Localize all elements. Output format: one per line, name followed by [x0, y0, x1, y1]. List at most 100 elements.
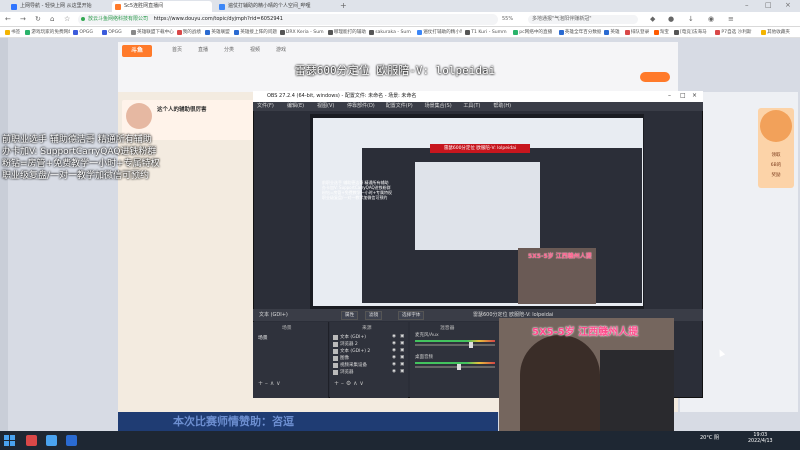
forward-icon[interactable]: → [20, 15, 26, 24]
extension-icon[interactable]: ◆ [650, 15, 655, 24]
bookmark-item[interactable]: 游戏玩家的免费网站 [24, 27, 70, 38]
bookmark-item[interactable]: 我的战绩 [176, 27, 203, 38]
maximize-icon[interactable]: □ [765, 1, 772, 10]
menu-item[interactable]: 视频 [250, 46, 260, 53]
site-identity: 放云斗鱼网络科技有限公司 [88, 16, 149, 22]
obs-maximize-icon[interactable]: □ [680, 92, 686, 99]
reload-icon[interactable]: ↻ [35, 15, 41, 24]
filters-button[interactable]: 滤镜 [365, 311, 383, 320]
volume-slider-handle[interactable] [469, 342, 473, 348]
source-item[interactable]: 视频采集设备 [340, 362, 367, 368]
browser-tab-nav[interactable]: 上网导航 - 轻快上网 从这里开始 [8, 1, 108, 12]
lock-icon[interactable]: ▣ [400, 341, 404, 346]
bookmark-item[interactable]: DRX Keria - Sum [279, 27, 325, 38]
bookmark-item[interactable]: 哪理能打的辅助 [327, 27, 366, 38]
visibility-eye-icon[interactable]: ◉ [392, 362, 396, 367]
bookmark-star-icon[interactable]: ☆ [64, 15, 70, 24]
zoom-level[interactable]: 55% [502, 15, 513, 24]
volume-slider-handle[interactable] [457, 364, 461, 370]
bookmark-item[interactable]: 书签 [4, 27, 22, 38]
properties-button[interactable]: 属性 [341, 311, 359, 320]
menu-item[interactable]: 首页 [172, 46, 182, 53]
bookmark-item[interactable]: 英雄接上阵的问题 [233, 27, 277, 38]
bookmark-item[interactable]: [电竞]法海马 [673, 27, 712, 38]
lock-icon[interactable]: ▣ [400, 362, 404, 367]
bookmark-item[interactable]: 排队登录 [624, 27, 651, 38]
extension-icon[interactable]: ● [668, 15, 674, 24]
bookmark-item[interactable]: 英雄联盟下载中心 [130, 27, 174, 38]
obs-menu-item[interactable]: 视图(V) [317, 102, 334, 111]
obs-menu-item[interactable]: 文件(F) [257, 102, 274, 111]
home-icon[interactable]: ⌂ [50, 15, 54, 24]
site-logo[interactable]: 斗鱼 [122, 45, 152, 57]
profile-icon[interactable]: ◉ [708, 15, 714, 24]
settings-menu-icon[interactable]: ≡ [728, 15, 734, 24]
visibility-eye-icon[interactable]: ◉ [392, 355, 396, 360]
bookmark-item[interactable]: 其他收藏夹 [760, 27, 791, 38]
source-add-icon[interactable]: + – ⚙ ∧ ∨ [334, 380, 364, 387]
obs-menu-item[interactable]: 工具(T) [463, 102, 480, 111]
select-font-button[interactable]: 选择字体 [398, 311, 425, 320]
bookmark-item[interactable]: 遍仗打辅助的精小晴 [416, 27, 462, 38]
minimize-icon[interactable]: – [745, 1, 749, 10]
obs-menu-item[interactable]: 场景集合(S) [425, 102, 452, 111]
menu-item[interactable]: 直播 [198, 46, 208, 53]
bookmark-item[interactable]: T1 Kuri - Summ [464, 27, 510, 38]
bookmark-item[interactable]: OPGG [72, 27, 99, 38]
taskbar-app-icon[interactable] [26, 435, 37, 446]
obs-menu-item[interactable]: 编辑(E) [287, 102, 304, 111]
lock-icon[interactable]: ▣ [400, 369, 404, 374]
bookmark-item[interactable]: OPGG [101, 27, 128, 38]
visibility-eye-icon[interactable]: ◉ [392, 348, 396, 353]
bookmark-item[interactable]: P7自选 沙利斯 [714, 27, 758, 38]
search-box[interactable]: 多地通报"气泡阳伴赚新冠" [528, 15, 638, 24]
close-icon[interactable]: × [785, 1, 791, 10]
back-icon[interactable]: ← [5, 15, 11, 24]
source-item[interactable]: 浏览器 2 [340, 341, 358, 347]
avatar[interactable] [126, 103, 152, 129]
bookmark-item[interactable]: 淘宝 [653, 27, 671, 38]
obs-minimize-icon[interactable]: – [668, 92, 671, 99]
downloads-icon[interactable]: ↓ [688, 15, 694, 24]
visibility-eye-icon[interactable]: ◉ [392, 334, 396, 339]
menu-item[interactable]: 游戏 [276, 46, 286, 53]
taskbar-app-icon[interactable] [46, 435, 57, 446]
stream-title-overlay: 雷瑟600分定位 欧服陪-V: lolpeidai [294, 64, 496, 77]
lock-icon[interactable]: ▣ [400, 334, 404, 339]
start-menu-icon[interactable] [4, 435, 15, 446]
system-clock[interactable]: 19:03 2022/4/13 [748, 433, 773, 445]
obs-menu-item[interactable]: 帮助(H) [493, 102, 511, 111]
volume-slider[interactable] [415, 344, 495, 346]
bookmark-item[interactable]: 英雄 [603, 27, 621, 38]
lock-icon[interactable]: ▣ [400, 355, 404, 360]
lock-icon[interactable]: ▣ [400, 348, 404, 353]
bookmark-item[interactable]: 英雄联盟 [204, 27, 231, 38]
menu-item[interactable]: 分类 [224, 46, 234, 53]
promo-image [760, 110, 792, 142]
pc-client-button[interactable] [640, 72, 670, 82]
volume-slider[interactable] [415, 366, 495, 368]
left-sidebar [0, 38, 8, 431]
source-item[interactable]: 文本 (GDI+) 2 [340, 348, 370, 354]
obs-close-icon[interactable]: × [692, 92, 697, 99]
scene-item[interactable]: 场景 [258, 334, 268, 341]
new-tab-button[interactable]: + [340, 1, 347, 10]
address-bar[interactable]: 放云斗鱼网络科技有限公司 https://www.douyu.com/topic… [78, 14, 498, 25]
obs-menu-item[interactable]: 配置文件(P) [386, 102, 413, 111]
bookmark-item[interactable]: 英雄全年百分数据 [558, 27, 601, 38]
sponsor-banner: 本次比赛师情赞助：咨逗 [118, 412, 498, 431]
weather-widget[interactable]: 20°C 阴 [700, 434, 719, 441]
tab-favicon-icon [115, 4, 121, 10]
bookmark-item[interactable]: sakuraka - Sum [368, 27, 414, 38]
source-item[interactable]: 浏览器 [340, 369, 354, 375]
browser-tab-bilibili[interactable]: 遍仗打辅助的精小晴的个人空间_哔哩 [216, 1, 336, 12]
bookmark-item[interactable]: pc网络中的直播 [512, 27, 556, 38]
browser-tab-douyu[interactable]: Sc5连胜网直播间 [112, 1, 212, 12]
taskbar-app-icon[interactable] [66, 435, 77, 446]
visibility-eye-icon[interactable]: ◉ [392, 341, 396, 346]
source-item[interactable]: 图像 [340, 355, 349, 361]
source-item[interactable]: 文本 (GDI+) [340, 334, 366, 340]
scene-add-icon[interactable]: + – ∧ ∨ [258, 380, 281, 387]
obs-menu-item[interactable]: 停靠部件(D) [347, 102, 375, 111]
visibility-eye-icon[interactable]: ◉ [392, 369, 396, 374]
